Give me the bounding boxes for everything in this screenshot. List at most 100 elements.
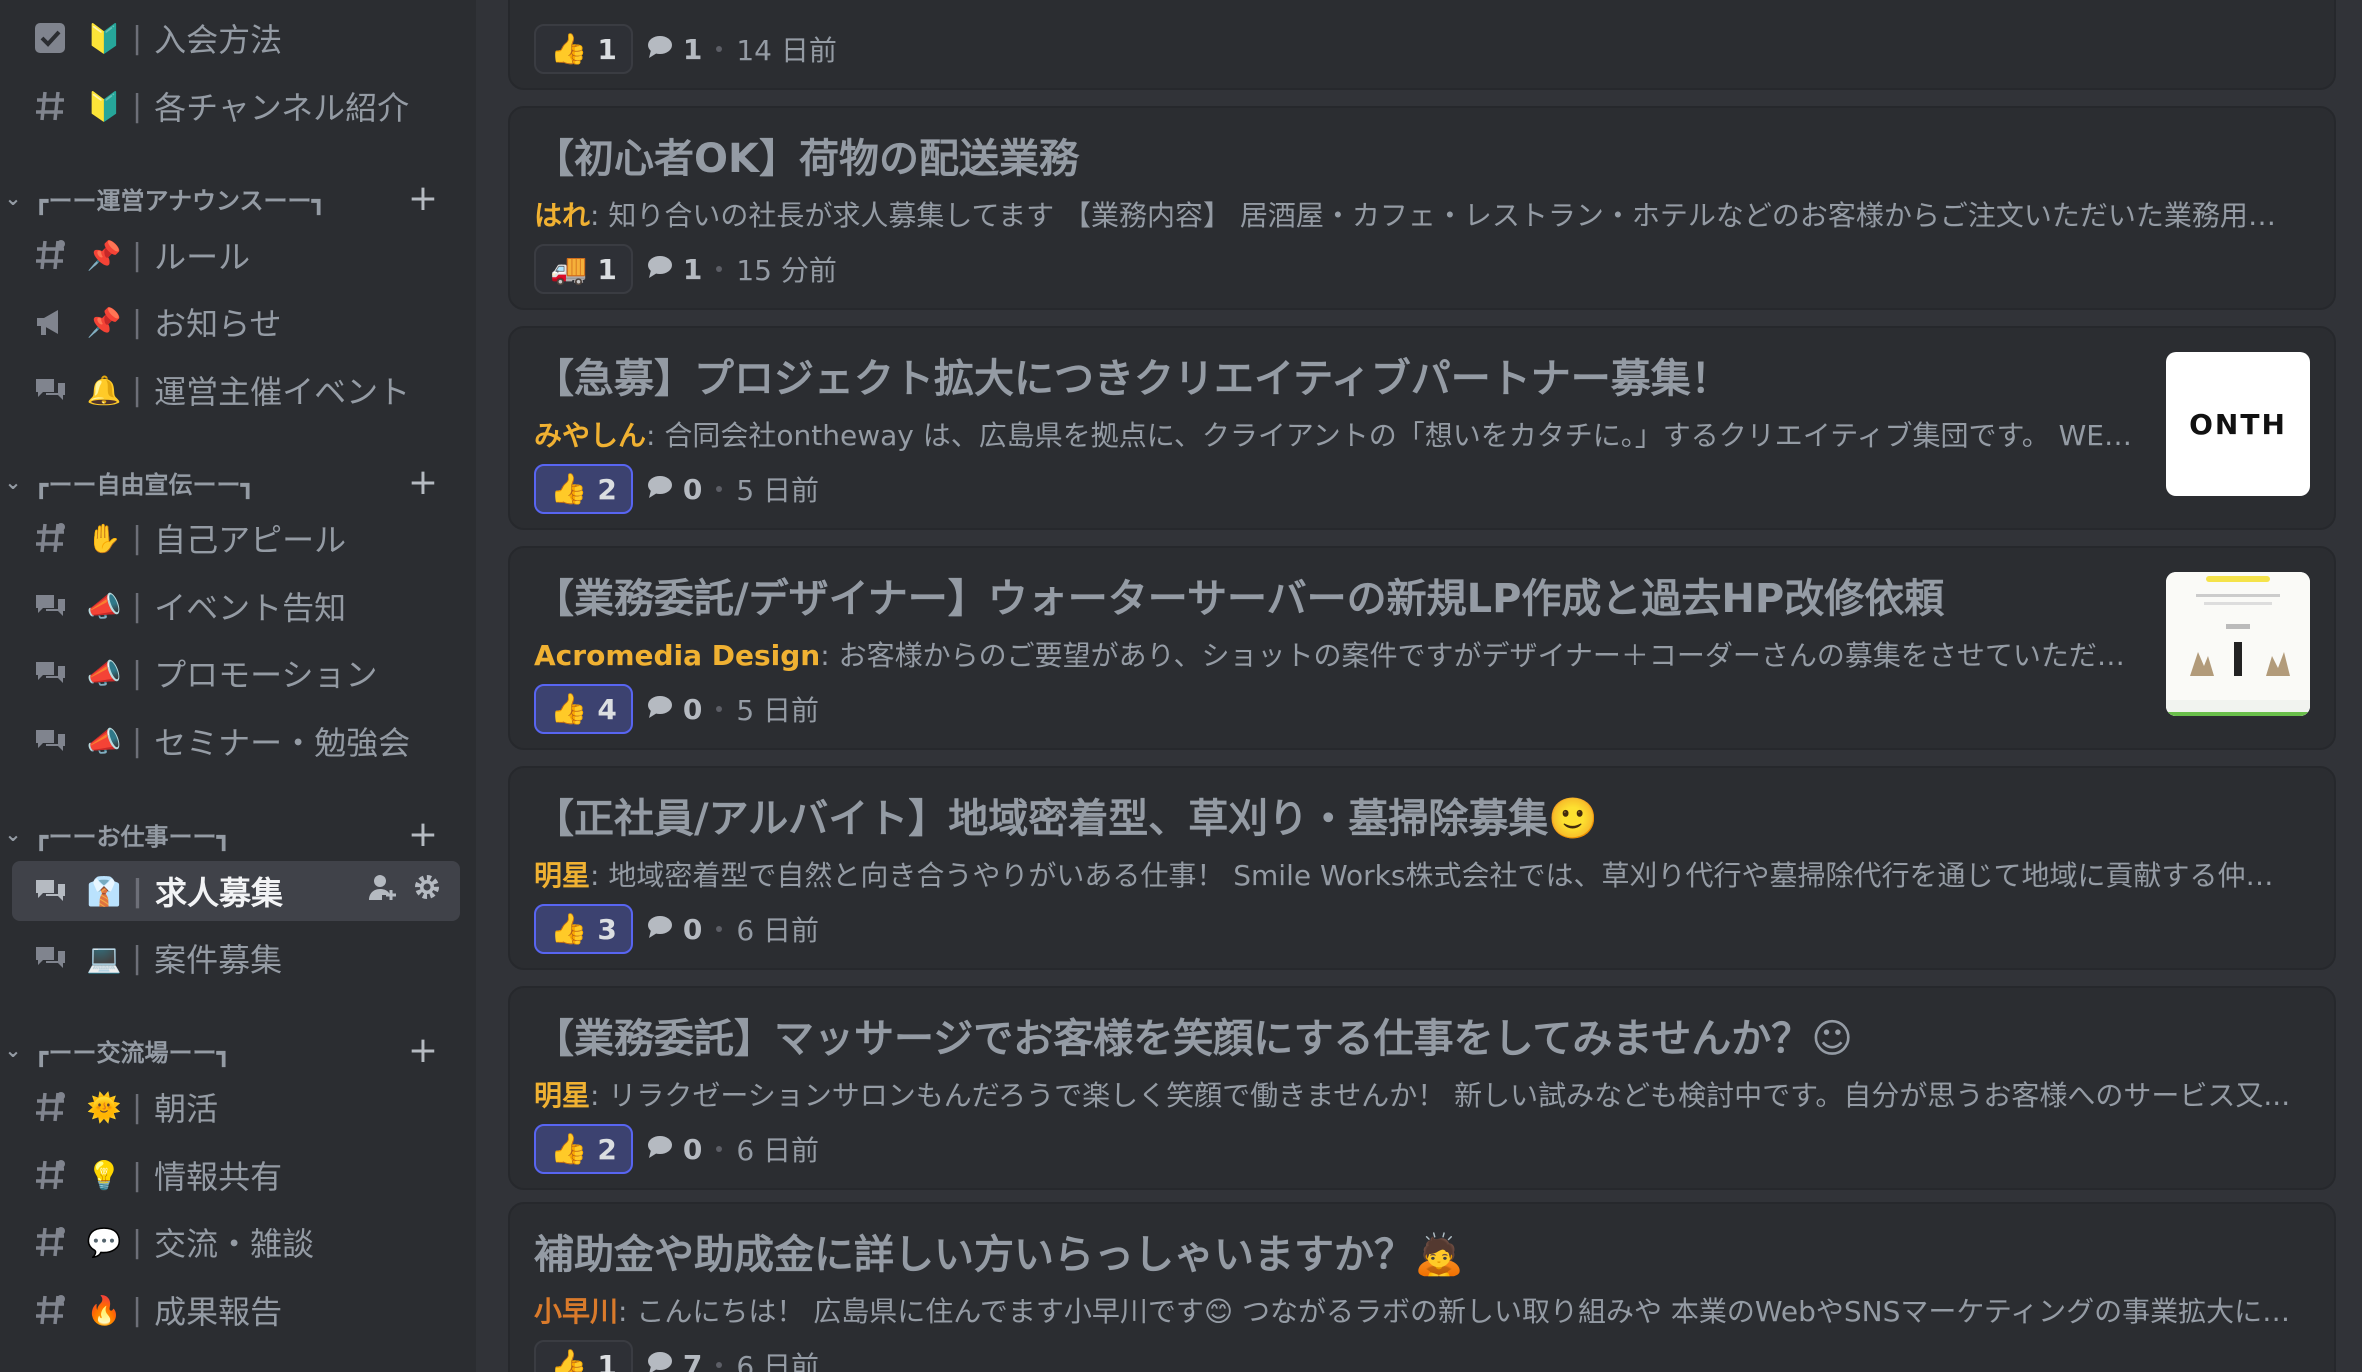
chat-bubble-icon bbox=[647, 1133, 673, 1166]
forum-icon bbox=[28, 651, 72, 695]
chat-bubble-icon bbox=[647, 913, 673, 946]
beginner-icon: 🔰 bbox=[86, 89, 122, 123]
pushpin-icon: 📌 bbox=[86, 238, 122, 272]
thread-hash-icon bbox=[28, 516, 72, 560]
message-count: 1 bbox=[647, 33, 702, 66]
channel-official-events[interactable]: 🔔 | 運営主催イベント bbox=[12, 360, 460, 420]
reaction-button[interactable]: 👍 2 bbox=[534, 1124, 633, 1174]
post-time: 6 日前 bbox=[736, 914, 820, 947]
channel-join-method[interactable]: 🔰 | 入会方法 bbox=[12, 8, 460, 68]
post-author: 小早川 bbox=[534, 1295, 619, 1328]
channel-label: 各チャンネル紹介 bbox=[154, 89, 410, 127]
forum-post[interactable]: 【初心者OK】荷物の配送業務 はれ: 知り合いの社長が求人募集してます 【業務内… bbox=[508, 106, 2336, 310]
channel-label: 自己アピール bbox=[154, 521, 347, 559]
post-thumbnail[interactable] bbox=[2166, 572, 2310, 716]
thread-hash-icon bbox=[28, 1288, 72, 1332]
post-author: 明星 bbox=[534, 1079, 591, 1112]
invite-members-icon[interactable] bbox=[368, 872, 398, 910]
post-time: 15 分前 bbox=[736, 254, 837, 287]
reaction-button[interactable]: 👍 1 bbox=[534, 24, 633, 74]
chat-bubble-icon bbox=[647, 693, 673, 726]
channel-label: 運営主催イベント bbox=[154, 373, 411, 411]
forum-post[interactable]: 👍 1 1 14 日前 bbox=[508, 0, 2336, 90]
post-preview: Acromedia Design: お客様からのご要望があり、ショットの案件です… bbox=[534, 639, 2134, 672]
add-channel-icon[interactable]: + bbox=[408, 462, 438, 503]
channel-self-appeal[interactable]: ✋ | 自己アピール bbox=[12, 508, 460, 568]
megaphone-icon bbox=[28, 300, 72, 344]
post-author: みやしん bbox=[534, 419, 647, 452]
channel-project-recruitment[interactable]: 💻 | 案件募集 bbox=[12, 928, 460, 988]
post-title: 【業務委託/デザイナー】ウォーターサーバーの新規LP作成と過去HP改修依頼 bbox=[534, 576, 1945, 622]
post-title: 【正社員/アルバイト】地域密着型、草刈り・墓掃除募集🙂 bbox=[534, 796, 1599, 842]
channel-news[interactable]: 📌 | お知らせ bbox=[12, 292, 460, 352]
post-thumbnail[interactable]: ONTH bbox=[2166, 352, 2310, 496]
category-announcements[interactable]: ⌄ ┏ーー運営アナウンスーー┓ + bbox=[0, 178, 476, 219]
message-count: 0 bbox=[647, 1133, 702, 1166]
post-preview: みやしん: 合同会社ontheway は、広島県を拠点に、クライアントの「想いを… bbox=[534, 419, 2134, 452]
forum-post[interactable]: 補助金や助成金に詳しい方いらっしゃいますか？🙇 小早川: こんにちは！ 広島県に… bbox=[508, 1202, 2336, 1372]
thumbs-up-icon: 👍 bbox=[550, 1347, 588, 1372]
channel-info-share[interactable]: 💡 | 情報共有 bbox=[12, 1145, 460, 1205]
ontheway-logo: ONTH bbox=[2189, 407, 2287, 441]
separator-dot bbox=[716, 1362, 723, 1368]
reaction-button[interactable]: 👍 1 bbox=[534, 1340, 633, 1372]
forum-post[interactable]: 【正社員/アルバイト】地域密着型、草刈り・墓掃除募集🙂 明星: 地域密着型で自然… bbox=[508, 766, 2336, 970]
channel-label: 成果報告 bbox=[154, 1293, 283, 1331]
reaction-button[interactable]: 👍 3 bbox=[534, 904, 633, 954]
channel-job-recruitment[interactable]: 👔 | 求人募集 bbox=[12, 861, 460, 921]
channel-intro[interactable]: 🔰 | 各チャンネル紹介 bbox=[12, 76, 460, 136]
channel-chat[interactable]: 💬 | 交流・雑談 bbox=[12, 1212, 460, 1272]
bell-icon: 🔔 bbox=[86, 373, 122, 407]
separator-dot bbox=[716, 486, 723, 492]
post-preview: 明星: リラクゼーションサロンもんだろうで楽しく笑顔で働きませんか！ 新しい試み… bbox=[534, 1079, 2291, 1112]
chevron-down-icon: ⌄ bbox=[4, 186, 22, 210]
gear-icon[interactable] bbox=[412, 872, 442, 910]
message-count: 7 bbox=[647, 1349, 702, 1372]
necktie-icon: 👔 bbox=[86, 874, 122, 908]
megaphone-emoji-icon: 📣 bbox=[86, 724, 122, 758]
add-channel-icon[interactable]: + bbox=[408, 178, 438, 219]
channel-morning[interactable]: 🌞 | 朝活 bbox=[12, 1077, 460, 1137]
forum-icon bbox=[28, 368, 72, 412]
thumbs-up-icon: 👍 bbox=[550, 911, 588, 947]
forum-post[interactable]: 【急募】プロジェクト拡大につきクリエイティブパートナー募集！ みやしん: 合同会… bbox=[508, 326, 2336, 530]
channel-label: お知らせ bbox=[154, 305, 282, 343]
post-time: 6 日前 bbox=[736, 1350, 820, 1372]
forum-icon bbox=[28, 869, 72, 913]
category-free-promo[interactable]: ⌄ ┏ーー自由宣伝ーー┓ + bbox=[0, 462, 476, 503]
separator-dot bbox=[716, 266, 723, 272]
post-title: 【業務委託】マッサージでお客様を笑顔にする仕事をしてみませんか？☺ bbox=[534, 1016, 1853, 1062]
beginner-icon: 🔰 bbox=[86, 21, 122, 55]
reaction-button[interactable]: 👍 2 bbox=[534, 464, 633, 514]
rules-checkbox-icon bbox=[28, 16, 72, 60]
channel-promotion[interactable]: 📣 | プロモーション bbox=[12, 643, 460, 703]
post-meta: 👍 2 0 5 日前 bbox=[534, 464, 819, 514]
post-title: 補助金や助成金に詳しい方いらっしゃいますか？🙇 bbox=[534, 1232, 1464, 1278]
forum-post[interactable]: 【業務委託/デザイナー】ウォーターサーバーの新規LP作成と過去HP改修依頼 Ac… bbox=[508, 546, 2336, 750]
post-title: 【急募】プロジェクト拡大につきクリエイティブパートナー募集！ bbox=[534, 356, 1731, 402]
post-time: 14 日前 bbox=[736, 34, 837, 67]
speech-bubble-icon: 💬 bbox=[86, 1225, 122, 1259]
thumbs-up-icon: 👍 bbox=[550, 31, 588, 67]
separator-dot bbox=[716, 46, 723, 52]
category-social[interactable]: ⌄ ┏ーー交流場ーー┓ + bbox=[0, 1030, 476, 1071]
post-meta: 👍 4 0 5 日前 bbox=[534, 684, 819, 734]
channel-event-notice[interactable]: 📣 | イベント告知 bbox=[12, 576, 460, 636]
channel-label: 情報共有 bbox=[154, 1158, 283, 1196]
add-channel-icon[interactable]: + bbox=[408, 814, 438, 855]
channel-rules[interactable]: 📌 | ルール bbox=[12, 225, 460, 285]
website-mockup-image bbox=[2166, 572, 2310, 716]
forum-icon bbox=[28, 936, 72, 980]
channel-seminar[interactable]: 📣 | セミナー・勉強会 bbox=[12, 711, 460, 771]
category-work[interactable]: ⌄ ┏ーーお仕事ーー┓ + bbox=[0, 814, 476, 855]
add-channel-icon[interactable]: + bbox=[408, 1030, 438, 1071]
separator-dot bbox=[716, 706, 723, 712]
post-time: 6 日前 bbox=[736, 1134, 820, 1167]
reaction-button[interactable]: 🚚 1 bbox=[534, 244, 633, 294]
post-author: Acromedia Design bbox=[534, 639, 821, 672]
channel-label: イベント告知 bbox=[154, 589, 347, 627]
chevron-down-icon: ⌄ bbox=[4, 470, 22, 494]
channel-results[interactable]: 🔥 | 成果報告 bbox=[12, 1280, 460, 1340]
reaction-button[interactable]: 👍 4 bbox=[534, 684, 633, 734]
forum-post[interactable]: 【業務委託】マッサージでお客様を笑顔にする仕事をしてみませんか？☺ 明星: リラ… bbox=[508, 986, 2336, 1190]
